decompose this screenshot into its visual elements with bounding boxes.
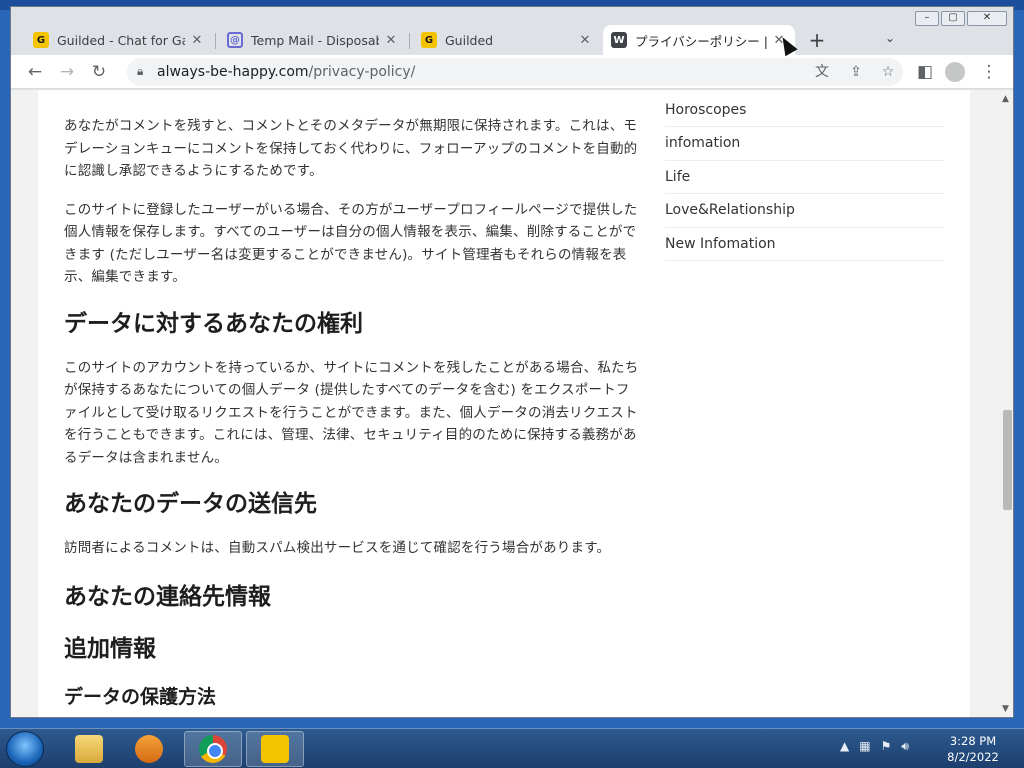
taskbar: ▲ ▦ ⚑ 🔊︎ 3:28 PM 8/2/2022: [0, 728, 1024, 768]
article-body: あなたがコメントを残すと、コメントとそのメタデータが無期限に保持されます。これは…: [64, 90, 640, 710]
sidebar-item-love-relationship[interactable]: Love&Relationship: [665, 194, 945, 228]
sidebar-item-new-infomation[interactable]: New Infomation: [665, 228, 945, 262]
vertical-scrollbar[interactable]: ▲ ▼: [999, 90, 1013, 717]
heading-data-destination: あなたのデータの送信先: [64, 491, 317, 517]
tab-strip: G Guilded - Chat for Gamin ✕ @ Temp Mail…: [11, 19, 1013, 55]
share-icon[interactable]: ⇪: [845, 60, 867, 84]
heading-your-rights: データに対するあなたの権利: [64, 310, 363, 337]
network-icon[interactable]: ▦: [859, 739, 870, 754]
clock-time: 3:28 PM: [949, 734, 997, 748]
system-tray: ▲ ▦ ⚑ 🔊︎: [840, 739, 909, 754]
reload-icon[interactable]: ↻: [87, 60, 111, 84]
taskbar-media-player[interactable]: [120, 731, 178, 767]
scrollbar-thumb[interactable]: [1003, 410, 1012, 510]
heading-data-protection: データの保護方法: [64, 685, 217, 708]
taskbar-chrome[interactable]: [184, 731, 242, 767]
taskbar-guilded[interactable]: [246, 731, 304, 767]
volume-icon[interactable]: 🔊︎: [901, 739, 909, 754]
back-arrow-icon[interactable]: ←: [23, 60, 47, 84]
guilded-icon: [261, 735, 289, 763]
address-bar[interactable]: 🔒︎ always-be-happy.com/privacy-policy/ 文…: [127, 58, 903, 86]
folder-icon: [75, 735, 103, 763]
guilded-icon: G: [33, 32, 49, 48]
heading-contact-info: あなたの連絡先情報: [64, 583, 271, 610]
guilded-icon: G: [421, 32, 437, 48]
heading-additional-info: 追加情報: [64, 635, 156, 662]
sidebar-item-life[interactable]: Life: [665, 161, 945, 195]
new-tab-button[interactable]: +: [805, 29, 829, 53]
chevron-down-icon[interactable]: ⌄: [885, 31, 895, 45]
start-button[interactable]: [6, 731, 44, 767]
side-panel-icon[interactable]: ◧: [913, 60, 937, 84]
chrome-icon: [199, 735, 227, 763]
tab-guilded[interactable]: G Guilded ✕: [413, 25, 601, 55]
category-sidebar: Horoscopes infomation Life Love&Relation…: [665, 90, 945, 262]
tab-title: Guilded: [445, 32, 494, 48]
bookmark-star-icon[interactable]: ☆: [877, 60, 899, 84]
tab-title: Guilded - Chat for Gamin: [57, 32, 185, 48]
profile-avatar[interactable]: [945, 62, 965, 82]
paragraph-registered-users: このサイトに登録したユーザーがいる場合、その方がユーザープロフィールページで提供…: [64, 201, 638, 286]
system-clock[interactable]: 3:28 PM 8/2/2022: [940, 733, 1006, 765]
lock-icon: 🔒︎: [137, 64, 144, 78]
tab-title: プライバシーポリシー | Alwa: [635, 33, 767, 49]
paragraph-your-rights: このサイトのアカウントを持っているか、サイトにコメントを残したことがある場合、私…: [64, 359, 639, 466]
scroll-up-icon[interactable]: ▲: [1002, 94, 1009, 104]
paragraph-data-destination: 訪問者によるコメントは、自動スパム検出サービスを通じて確認を行う場合があります。: [64, 540, 611, 556]
url-host: always-be-happy.com: [157, 64, 309, 80]
page-viewport: あなたがコメントを残すと、コメントとそのメタデータが無期限に保持されます。これは…: [11, 90, 999, 717]
action-center-icon[interactable]: ⚑: [881, 739, 892, 754]
scroll-down-icon[interactable]: ▼: [1002, 704, 1009, 714]
forward-arrow-icon[interactable]: →: [55, 60, 79, 84]
close-icon[interactable]: ✕: [577, 33, 593, 48]
tab-privacy-policy[interactable]: W プライバシーポリシー | Alwa ✕: [603, 25, 795, 55]
url-text[interactable]: always-be-happy.com/privacy-policy/: [157, 64, 415, 80]
close-icon[interactable]: ✕: [383, 33, 399, 48]
tab-guilded-chat[interactable]: G Guilded - Chat for Gamin ✕: [25, 25, 213, 55]
tab-separator: [409, 33, 410, 49]
tab-temp-mail[interactable]: @ Temp Mail - Disposable ✕: [219, 25, 407, 55]
tab-separator: [215, 33, 216, 49]
wordpress-icon: W: [611, 32, 627, 48]
sidebar-item-infomation[interactable]: infomation: [665, 127, 945, 161]
show-hidden-icons-icon[interactable]: ▲: [840, 739, 849, 754]
clock-date: 8/2/2022: [947, 750, 999, 764]
close-icon[interactable]: ✕: [189, 33, 205, 48]
menu-icon[interactable]: ⋮: [977, 60, 1001, 84]
media-player-icon: [135, 735, 163, 763]
tab-title: Temp Mail - Disposable: [251, 32, 379, 48]
page-content: あなたがコメントを残すと、コメントとそのメタデータが無期限に保持されます。これは…: [38, 90, 970, 717]
paragraph-comments: あなたがコメントを残すと、コメントとそのメタデータが無期限に保持されます。これは…: [64, 118, 638, 179]
url-path: /privacy-policy/: [308, 64, 416, 80]
sidebar-item-horoscopes[interactable]: Horoscopes: [665, 90, 945, 127]
translate-icon[interactable]: 文: [811, 60, 833, 84]
taskbar-explorer[interactable]: [60, 731, 118, 767]
browser-window: – ▢ ✕ G Guilded - Chat for Gamin ✕ @ Tem…: [10, 6, 1014, 718]
browser-toolbar: ← → ↻ 🔒︎ always-be-happy.com/privacy-pol…: [11, 55, 1013, 89]
at-sign-icon: @: [227, 32, 243, 48]
